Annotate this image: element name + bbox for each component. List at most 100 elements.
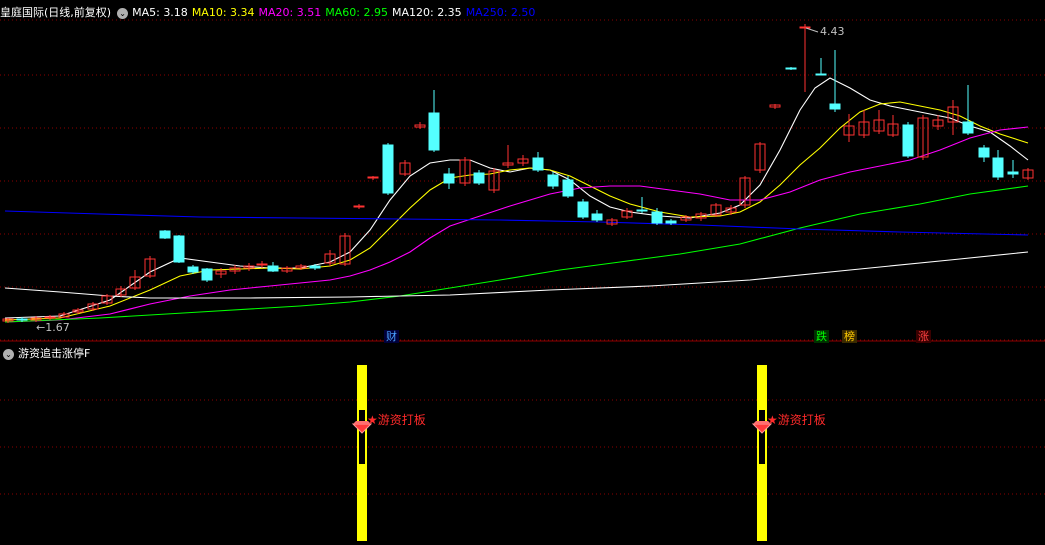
- candle: [799, 24, 811, 92]
- candle: [815, 58, 827, 76]
- indicator-title: 游资追击涨停F: [18, 347, 91, 360]
- candle: [873, 110, 885, 134]
- candle: [769, 104, 781, 109]
- indicator-header: ⌄ 游资追击涨停F: [0, 347, 90, 361]
- candle: [324, 250, 336, 266]
- ma-legend-item: MA250: 2.50: [465, 6, 536, 19]
- limit-up-signal: [351, 365, 373, 541]
- candle: [159, 230, 171, 239]
- candle: [785, 67, 797, 70]
- candle: [281, 266, 293, 273]
- candle-body: [902, 124, 914, 157]
- candle: [577, 199, 589, 219]
- candle: [443, 168, 455, 189]
- candle-body: [815, 73, 827, 76]
- high-pointer: [805, 27, 819, 33]
- candle-body: [1007, 171, 1019, 175]
- candle-body: [547, 174, 559, 187]
- ma-legend-item: MA20: 3.51: [258, 6, 322, 19]
- candle: [621, 208, 633, 219]
- ma-legend-value: 2.35: [437, 6, 462, 19]
- chart-title: 皇庭国际(日线,前复权): [0, 6, 112, 19]
- ma-legend-value: 3.51: [296, 6, 322, 19]
- candle-body: [267, 265, 279, 272]
- event-tag[interactable]: 财: [384, 330, 399, 343]
- candle: [517, 155, 529, 166]
- candle-body: [44, 316, 56, 319]
- candle: [201, 268, 213, 282]
- candle: [488, 168, 500, 193]
- candle: [353, 204, 365, 209]
- candle-body: [159, 230, 171, 239]
- candle: [309, 264, 321, 270]
- ma-legend-item: MA5: 3.18: [132, 6, 188, 19]
- candle: [710, 203, 722, 217]
- chevron-down-icon[interactable]: ⌄: [3, 348, 14, 360]
- candle: [962, 85, 974, 135]
- candle: [902, 122, 914, 158]
- candle: [382, 143, 394, 195]
- ma-line-ma120: [4, 251, 1029, 299]
- candle: [992, 150, 1004, 180]
- ma-line-ma250: [4, 210, 1029, 236]
- candle-body: [16, 318, 28, 321]
- candle: [917, 115, 929, 160]
- ma-legend-item: MA120: 2.35: [391, 6, 462, 19]
- candle: [887, 115, 899, 137]
- candle-body: [187, 266, 199, 273]
- ma-legend-value: 3.18: [163, 6, 188, 19]
- kline-chart[interactable]: 4.43 ←1.67: [0, 0, 1045, 545]
- candle: [367, 176, 379, 180]
- ma-legend: MA5: 3.18 MA10: 3.34 MA20: 3.51 MA60: 2.95 M…: [132, 6, 539, 19]
- candle: [502, 145, 514, 168]
- indicator-signals: [351, 365, 773, 541]
- chart-header: 皇庭国际(日线,前复权) ⌄ MA5: 3.18 MA10: 3.34 MA20: 3.…: [0, 6, 543, 20]
- candle: [754, 142, 766, 173]
- signal-bar-gap: [359, 410, 365, 464]
- candle: [428, 90, 440, 152]
- event-tag[interactable]: 涨: [916, 330, 931, 343]
- candle: [399, 160, 411, 176]
- candle-body: [309, 265, 321, 269]
- candle-body: [562, 179, 574, 197]
- signal-label: ★游资打板: [367, 413, 426, 427]
- high-price-label: 4.43: [820, 25, 845, 38]
- candle-body: [173, 235, 185, 263]
- candle-body: [382, 144, 394, 194]
- candle: [932, 115, 944, 130]
- ma-legend-item: MA60: 2.95: [325, 6, 388, 19]
- price-annotations: 4.43 ←1.67: [36, 25, 845, 334]
- candle-body: [665, 220, 677, 224]
- candle: [267, 262, 279, 272]
- candle-body: [353, 205, 365, 208]
- candle: [636, 197, 648, 213]
- candle: [58, 312, 70, 318]
- signal-label: ★游资打板: [767, 413, 826, 427]
- event-tag[interactable]: 跌: [814, 330, 829, 343]
- chevron-down-icon[interactable]: ⌄: [117, 7, 129, 19]
- candle-body: [636, 209, 648, 212]
- ma-legend-value: 2.95: [363, 6, 388, 19]
- ma-legend-item: MA10: 3.34: [191, 6, 255, 19]
- candle-body: [992, 157, 1004, 178]
- candlesticks: [2, 24, 1034, 323]
- candle-body: [428, 112, 440, 151]
- low-price-label: ←1.67: [36, 321, 70, 334]
- moving-average-lines: [4, 77, 1029, 323]
- candle: [978, 145, 990, 162]
- candle-body: [591, 213, 603, 221]
- candle: [591, 210, 603, 222]
- candle-body: [829, 103, 841, 110]
- candle: [858, 110, 870, 138]
- candle: [562, 176, 574, 198]
- candle-body: [651, 211, 663, 224]
- ma-line-ma60: [4, 185, 1029, 323]
- candle-body: [785, 67, 797, 70]
- candle: [1022, 168, 1034, 180]
- event-tag[interactable]: 榜: [842, 330, 857, 343]
- ma-legend-value: 3.34: [230, 6, 255, 19]
- candle-body: [473, 172, 485, 184]
- limit-up-signal: [751, 365, 773, 541]
- candle-body: [799, 26, 811, 29]
- candle-body: [532, 157, 544, 171]
